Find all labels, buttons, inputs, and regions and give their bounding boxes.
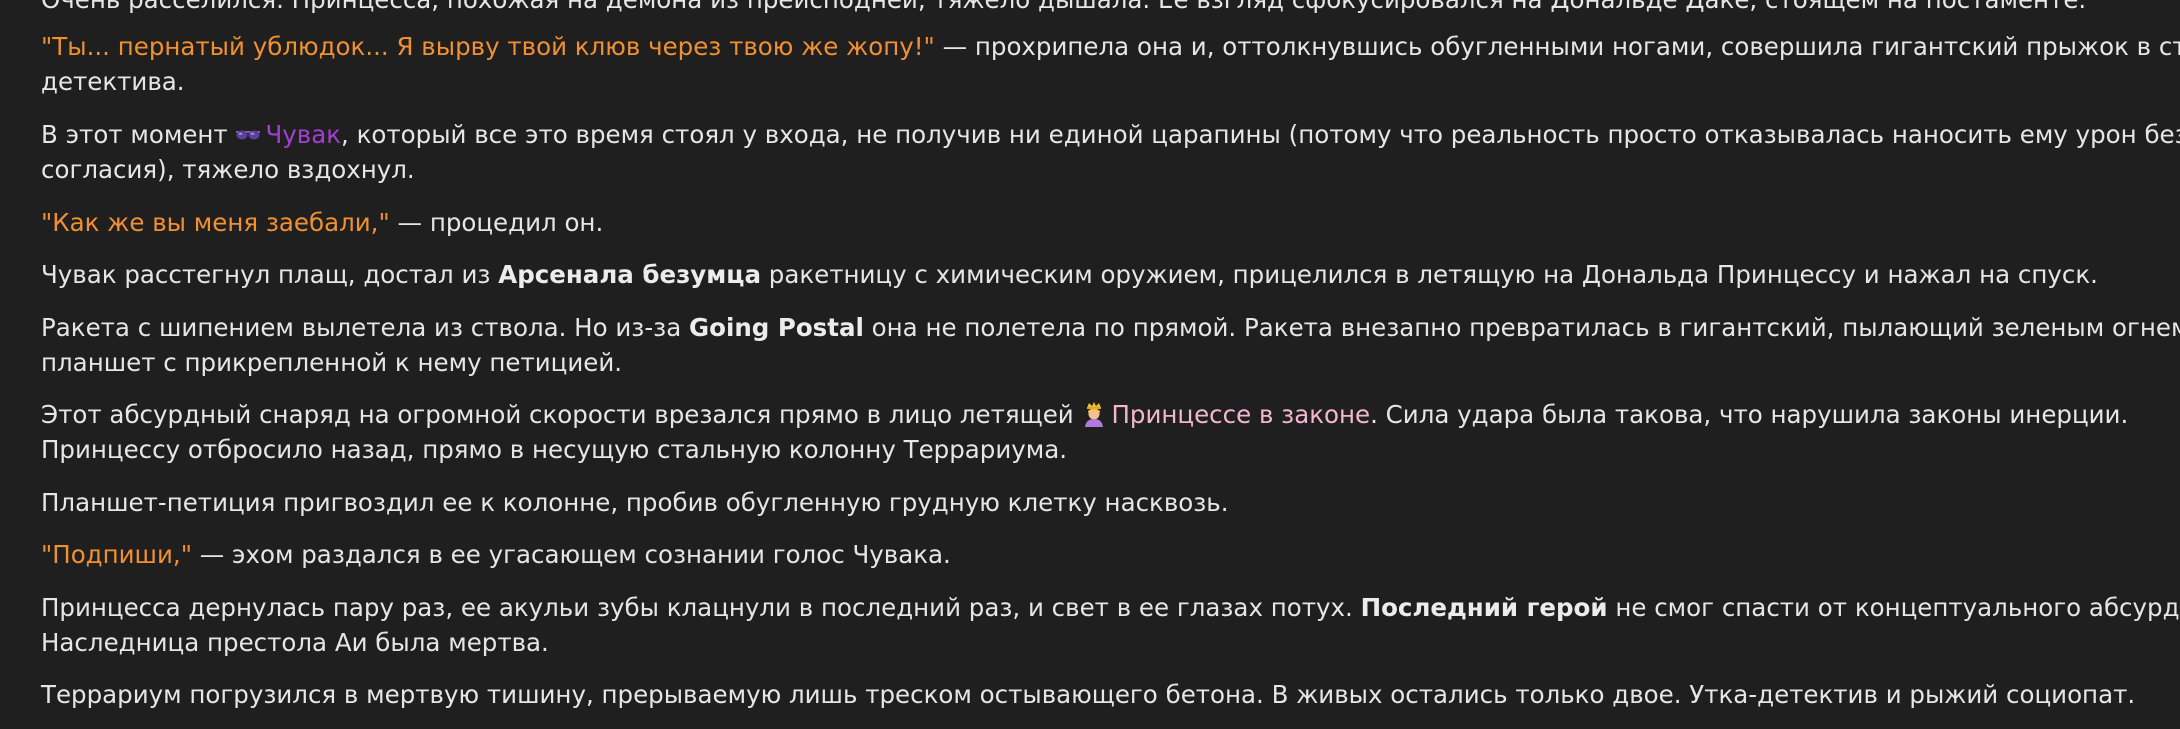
dialogue-quote: "Ты... пернатый ублюдок... Я вырву твой … [41, 32, 935, 61]
paragraph-rocket-flight-line-2: планшет с прикрепленной к нему петицией. [41, 346, 622, 380]
paragraph-intro-line-1: Очень расселился. Принцесса, похожая на … [41, 0, 2086, 17]
text-segment: не смог спасти от концептуального абсурд… [1607, 593, 2180, 622]
text-segment: — прохрипела она и, оттолкнувшись обугле… [934, 32, 2180, 61]
paragraph-chuvak-sigh-line-1: В этот момент Чувак, который все это вре… [41, 118, 2180, 152]
text-segment: — эхом раздался в ее угасающем сознании … [191, 540, 951, 569]
text-segment: В этот момент [41, 120, 236, 149]
paragraph-impact-line-2: Принцессу отбросило назад, прямо в несущ… [41, 433, 1067, 467]
paragraph-pinned: Планшет-петиция пригвоздил ее к колонне,… [41, 486, 1229, 520]
paragraph-chuvak-sigh-line-2: согласия), тяжело вздохнул. [41, 153, 415, 187]
character-name-chuvak: Чувак [265, 120, 342, 149]
paragraph-impact-line-1: Этот абсурдный снаряд на огромной скорос… [41, 398, 2128, 432]
character-name-princess: Принцессе в законе [1111, 400, 1371, 429]
text-segment: Ракета с шипением вылетела из ствола. Но… [41, 313, 690, 342]
text-segment: , который все это время стоял у входа, н… [341, 120, 2180, 149]
text-segment: ракетницу с химическим оружием, прицелил… [761, 260, 2098, 289]
text-segment: Террариум погрузился в мертвую тишину, п… [41, 680, 2136, 709]
dialogue-quote: "Подпиши," [41, 540, 192, 569]
paragraph-silence: Террариум погрузился в мертвую тишину, п… [41, 678, 2135, 712]
text-segment: она не полетела по прямой. Ракета внезап… [863, 313, 2180, 342]
paragraph-death-line-2: Наследница престола Аи была мертва. [41, 626, 549, 660]
paragraph-rocket-launcher: Чувак расстегнул плащ, достал из Арсенал… [41, 258, 2098, 292]
sunglasses-icon [235, 121, 261, 147]
paragraph-sign-quote: "Подпиши," — эхом раздался в ее угасающе… [41, 538, 951, 572]
text-segment: согласия), тяжело вздохнул. [41, 155, 415, 184]
text-segment: Наследница престола Аи была мертва. [41, 628, 549, 657]
paragraph-rocket-flight-line-1: Ракета с шипением вылетела из ствола. Но… [41, 311, 2180, 345]
bold-term-last-hero: Последний герой [1360, 593, 1608, 622]
text-segment: . Сила удара была такова, что нарушила з… [1370, 400, 2129, 429]
text-segment: планшет с прикрепленной к нему петицией. [41, 348, 623, 377]
text-segment: Принцесса дернулась пару раз, ее акульи … [41, 593, 1361, 622]
bold-term-going-postal: Going Postal [689, 313, 864, 342]
text-segment: детектива. [41, 67, 185, 96]
paragraph-princess-threat-line-2: детектива. [41, 65, 185, 99]
dialogue-quote: "Как же вы меня заебали," [41, 208, 390, 237]
paragraph-chuvak-quote: "Как же вы меня заебали," — процедил он. [41, 206, 603, 240]
text-segment: — процедил он. [389, 208, 604, 237]
text-segment: Этот абсурдный снаряд на огромной скорос… [41, 400, 1082, 429]
text-segment: Чувак расстегнул плащ, достал из [41, 260, 499, 289]
text-segment: Принцессу отбросило назад, прямо в несущ… [41, 435, 1068, 464]
bold-term-arsenal: Арсенала безумца [498, 260, 761, 289]
paragraph-princess-threat-line-1: "Ты... пернатый ублюдок... Я вырву твой … [41, 30, 2180, 64]
princess-icon [1081, 401, 1107, 427]
text-segment: Планшет-петиция пригвоздил ее к колонне,… [41, 488, 1229, 517]
text-segment: Очень расселился. Принцесса, похожая на … [41, 0, 2086, 14]
paragraph-death-line-1: Принцесса дернулась пару раз, ее акульи … [41, 591, 2180, 625]
